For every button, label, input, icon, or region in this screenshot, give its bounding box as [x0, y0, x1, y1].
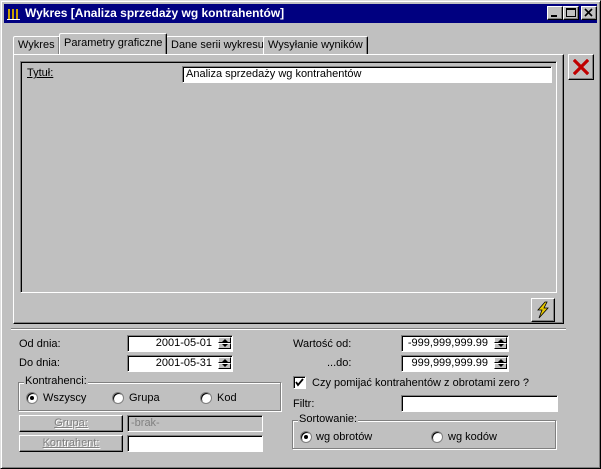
graphics-params-panel: Tytuł: Analiza sprzedaży wg kontrahentów [13, 54, 564, 324]
contractor-button[interactable]: Kontrahent: [19, 435, 123, 452]
contractors-group: Kontrahenci: Wszyscy Grupa Kod [18, 375, 281, 411]
tab-label: Parametry graficzne [64, 37, 163, 49]
contractor-value-field[interactable] [127, 435, 263, 452]
spin-down[interactable] [218, 363, 231, 369]
date-from-input[interactable]: 2001-05-01 [127, 335, 233, 352]
skip-zero-checkbox[interactable] [293, 376, 306, 389]
lightning-icon [537, 301, 549, 319]
date-from-value: 2001-05-01 [155, 337, 212, 349]
date-from-label: Od dnia: [19, 338, 61, 350]
maximize-button[interactable] [563, 6, 579, 20]
tab-parametry-graficzne[interactable]: Parametry graficzne [59, 33, 168, 54]
value-from-value: -999,999,999.99 [407, 337, 488, 349]
checkmark-icon [295, 378, 304, 387]
value-from-input[interactable]: -999,999,999.99 [401, 335, 509, 352]
contractors-group-title: Kontrahenci: [24, 375, 88, 387]
contractor-button-label: Kontrahent: [42, 437, 100, 449]
red-x-icon [573, 59, 589, 75]
radio-wg-kodow[interactable] [431, 431, 443, 443]
up-arrow-icon [222, 339, 228, 342]
chart-title-input[interactable]: Analiza sprzedaży wg kontrahentów [182, 66, 552, 83]
chart-window: Wykres [Analiza sprzedaży wg kontrahentó… [0, 0, 601, 469]
app-icon [6, 6, 22, 21]
date-to-input[interactable]: 2001-05-31 [127, 355, 233, 372]
window-title: Wykres [Analiza sprzedaży wg kontrahentó… [25, 6, 285, 20]
minimize-icon [551, 15, 557, 17]
graphics-area: Tytuł: Analiza sprzedaży wg kontrahentów [20, 61, 557, 293]
value-from-label: Wartość od: [293, 338, 352, 350]
value-from-spinner[interactable] [494, 337, 507, 350]
radio-wszyscy[interactable] [26, 392, 38, 404]
separator [11, 328, 566, 330]
radio-wg-obrotow-label: wg obrotów [316, 431, 373, 443]
value-to-label: ...do: [327, 357, 352, 369]
value-to-value: 999,999,999.99 [411, 357, 488, 369]
spin-down[interactable] [494, 343, 507, 349]
up-arrow-icon [498, 339, 504, 342]
date-to-label: Do dnia: [19, 357, 60, 369]
radio-wg-kodow-label: wg kodów [448, 431, 497, 443]
tab-label: Wykres [18, 39, 55, 51]
tab-wykres[interactable]: Wykres [13, 36, 60, 54]
filter-input[interactable] [401, 395, 558, 412]
close-window-button[interactable] [581, 6, 597, 20]
tab-label: Wysyłanie wyników [268, 39, 363, 51]
down-arrow-icon [498, 364, 504, 367]
title-label: Tytuł: [27, 67, 53, 79]
skip-zero-label: Czy pomijać kontrahentów z obrotami zero… [312, 377, 530, 389]
radio-kod[interactable] [200, 392, 212, 404]
group-button[interactable]: Grupa: [19, 415, 123, 432]
up-arrow-icon [498, 359, 504, 362]
radio-grupa[interactable] [112, 392, 124, 404]
group-value-field: -brak- [127, 415, 263, 432]
title-bar[interactable]: Wykres [Analiza sprzedaży wg kontrahentó… [4, 4, 597, 23]
generate-button[interactable] [531, 298, 555, 322]
radio-grupa-label: Grupa [129, 392, 160, 404]
radio-wg-obrotow[interactable] [300, 431, 312, 443]
group-button-label: Grupa: [54, 417, 88, 429]
sort-group: Sortowanie: wg obrotów wg kodów [292, 413, 556, 449]
close-icon [584, 8, 593, 17]
down-arrow-icon [222, 344, 228, 347]
date-to-value: 2001-05-31 [155, 357, 212, 369]
tab-dane-serii[interactable]: Dane serii wykresu [166, 36, 269, 54]
minimize-button[interactable] [547, 6, 563, 20]
close-chart-button[interactable] [568, 54, 594, 80]
date-from-spinner[interactable] [218, 337, 231, 350]
radio-kod-label: Kod [217, 392, 237, 404]
up-arrow-icon [222, 359, 228, 362]
down-arrow-icon [222, 364, 228, 367]
filter-label: Filtr: [293, 398, 315, 410]
maximize-icon [566, 8, 576, 17]
spin-down[interactable] [494, 363, 507, 369]
tab-label: Dane serii wykresu [171, 39, 264, 51]
tab-wysylanie-wynikow[interactable]: Wysyłanie wyników [263, 36, 368, 54]
date-to-spinner[interactable] [218, 357, 231, 370]
radio-wszyscy-label: Wszyscy [43, 392, 87, 404]
value-to-spinner[interactable] [494, 357, 507, 370]
sort-group-title: Sortowanie: [298, 413, 359, 425]
down-arrow-icon [498, 344, 504, 347]
spin-down[interactable] [218, 343, 231, 349]
value-to-input[interactable]: 999,999,999.99 [401, 355, 509, 372]
title-label-text: Tytuł: [27, 67, 54, 79]
